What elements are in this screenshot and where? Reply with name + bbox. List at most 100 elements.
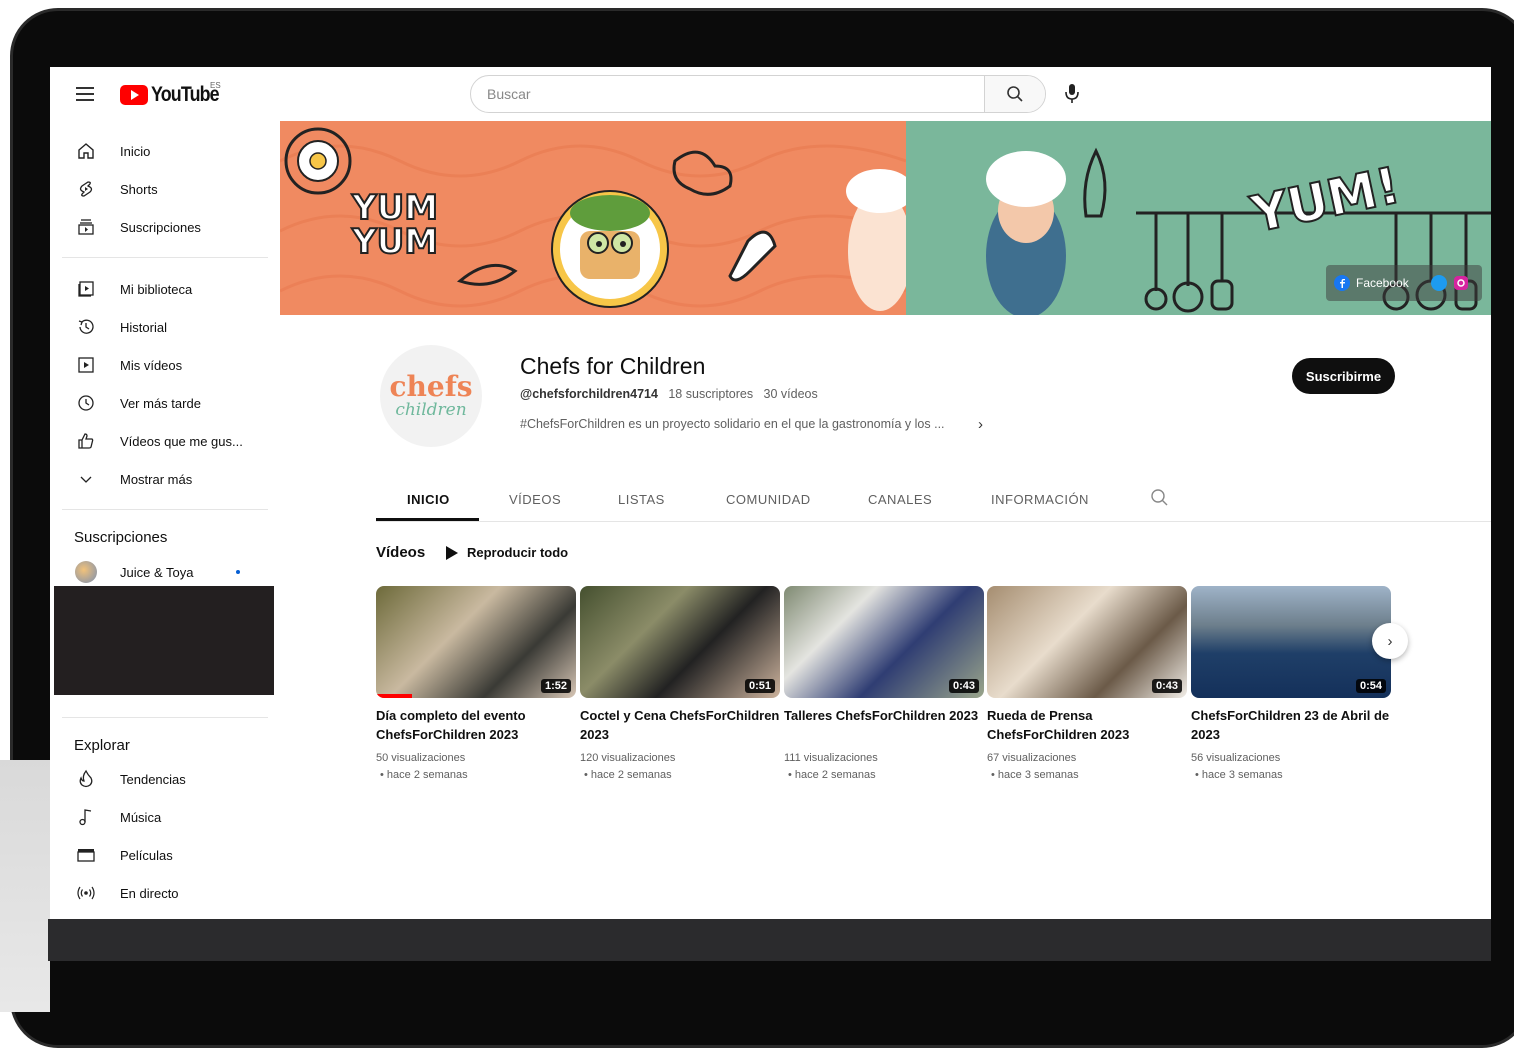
like-icon [78, 433, 94, 449]
menu-icon[interactable] [76, 87, 94, 101]
tabs-divider [376, 521, 1491, 522]
logo-text: YouTube [151, 83, 220, 106]
sidebar-item-label: Mostrar más [120, 471, 193, 487]
shorts-icon [79, 181, 93, 197]
tab-comunidad[interactable]: COMUNIDAD [726, 477, 811, 521]
sidebar-item-shorts[interactable]: Shorts [50, 171, 274, 207]
sidebar-item-ver-mas-tarde[interactable]: Ver más tarde [50, 385, 274, 421]
video-title[interactable]: Coctel y Cena ChefsForChildren 2023 [580, 706, 780, 744]
sidebar-item-videos-que-me-gustan[interactable]: Vídeos que me gus... [50, 423, 274, 459]
instagram-icon[interactable] [1453, 275, 1469, 291]
sidebar-item-label: Juice & Toya [120, 564, 194, 580]
video-duration: 0:43 [948, 679, 979, 693]
video-title[interactable]: Talleres ChefsForChildren 2023 [784, 706, 984, 744]
video-thumbnail[interactable]: 0:43 [784, 586, 984, 698]
video-card[interactable]: 1:52 Día completo del evento ChefsForChi… [376, 586, 576, 784]
tab-videos[interactable]: VÍDEOS [509, 477, 561, 521]
facebook-link[interactable]: Facebook [1326, 265, 1482, 301]
library-icon [78, 281, 94, 297]
sidebar-item-label: En directo [120, 885, 179, 901]
sidebar-divider [62, 717, 268, 718]
channel-handle: @chefsforchildren4714 [520, 387, 658, 401]
video-views: 67 visualizaciones [987, 752, 1077, 764]
video-thumbnail[interactable]: 0:43 [987, 586, 1187, 698]
sidebar-divider [62, 257, 268, 258]
video-card[interactable]: 0:51 Coctel y Cena ChefsForChildren 2023… [580, 586, 780, 784]
video-card[interactable]: 0:43 Rueda de Prensa ChefsForChildren 20… [987, 586, 1187, 784]
search-button[interactable] [984, 76, 1045, 112]
music-icon [79, 809, 92, 826]
subscriptions-icon [78, 219, 94, 235]
video-count: 30 vídeos [763, 387, 818, 401]
video-thumbnail[interactable]: 1:52 [376, 586, 576, 698]
search-box [470, 75, 1046, 113]
sidebar-item-label: Suscripciones [120, 219, 201, 235]
video-title[interactable]: Día completo del evento ChefsForChildren… [376, 706, 576, 744]
tab-informacion[interactable]: INFORMACIÓN [991, 477, 1089, 521]
laptop-bezel-bar [48, 919, 1491, 961]
sidebar-item-inicio[interactable]: Inicio [50, 133, 274, 169]
chevron-right-icon: › [1387, 632, 1393, 650]
section-title[interactable]: Vídeos [376, 544, 425, 561]
sidebar-item-label: Shorts [120, 181, 158, 197]
sidebar-item-suscripciones[interactable]: Suscripciones [50, 209, 274, 245]
video-duration: 0:43 [1151, 679, 1182, 693]
trending-icon [79, 769, 93, 788]
subscribe-button[interactable]: Suscribirme [1292, 358, 1395, 394]
channel-description[interactable]: #ChefsForChildren es un proyecto solidar… [520, 417, 945, 431]
video-card[interactable]: 0:43 Talleres ChefsForChildren 2023 111 … [784, 586, 984, 784]
video-duration: 1:52 [540, 679, 571, 693]
sidebar-item-mi-biblioteca[interactable]: Mi biblioteca [50, 271, 274, 307]
my-videos-icon [78, 357, 94, 373]
sidebar-item-label: Música [120, 809, 162, 825]
carousel-next-button[interactable]: › [1372, 623, 1408, 659]
video-age: • hace 2 semanas [380, 769, 468, 781]
microphone-icon[interactable] [1060, 81, 1084, 107]
explore-heading: Explorar [74, 737, 130, 754]
tab-inicio[interactable]: INICIO [407, 477, 450, 521]
play-icon [446, 545, 458, 560]
watch-progress-bar [376, 694, 412, 698]
movies-icon [77, 849, 95, 862]
channel-meta: @chefsforchildren4714 18 suscriptores 30… [520, 387, 818, 401]
sidebar-item-historial[interactable]: Historial [50, 309, 274, 345]
video-card[interactable]: 0:54 ChefsForChildren 23 de Abril de 202… [1191, 586, 1391, 784]
video-title[interactable]: Rueda de Prensa ChefsForChildren 2023 [987, 706, 1187, 744]
video-thumbnail[interactable]: 0:51 [580, 586, 780, 698]
avatar-text-children: children [395, 400, 467, 420]
chevron-right-icon[interactable]: › [978, 416, 983, 433]
video-age: • hace 3 semanas [1195, 769, 1283, 781]
sidebar-item-tendencias[interactable]: Tendencias [50, 761, 274, 797]
watch-later-icon [78, 395, 94, 411]
sidebar-item-label: Mis vídeos [120, 357, 183, 373]
sidebar-item-label: Tendencias [120, 771, 186, 787]
search-input[interactable] [471, 76, 985, 112]
search-icon [1007, 86, 1023, 102]
search-icon[interactable] [1150, 488, 1170, 508]
sidebar-item-mostrar-mas[interactable]: Mostrar más [50, 461, 274, 497]
sidebar-item-peliculas[interactable]: Películas [50, 837, 274, 873]
banner-left-panel: YUM YUM [280, 121, 914, 315]
subscriber-count: 18 suscriptores [668, 387, 754, 401]
sidebar-item-musica[interactable]: Música [50, 799, 274, 835]
sidebar-item-en-directo[interactable]: En directo [50, 875, 274, 911]
subscriptions-heading: Suscripciones [74, 529, 168, 546]
video-duration: 0:54 [1355, 679, 1386, 693]
home-icon [78, 143, 94, 159]
background-glare [0, 760, 50, 1012]
channel-avatar[interactable]: chefs children [380, 345, 482, 447]
sidebar-item-subscription[interactable]: Juice & Toya [50, 554, 274, 590]
video-title[interactable]: ChefsForChildren 23 de Abril de 2023 [1191, 706, 1391, 744]
play-all-button[interactable]: Reproducir todo [446, 545, 568, 560]
sidebar-item-mis-videos[interactable]: Mis vídeos [50, 347, 274, 383]
tab-canales[interactable]: CANALES [868, 477, 932, 521]
sidebar-item-label: Inicio [120, 143, 151, 159]
sidebar-item-label: Vídeos que me gus... [120, 433, 243, 449]
masthead-left: YouTube ES [50, 67, 280, 121]
twitter-icon[interactable] [1430, 275, 1447, 291]
sidebar-item-label: Películas [120, 847, 173, 863]
chevron-down-icon [80, 476, 92, 483]
tab-listas[interactable]: LISTAS [618, 477, 665, 521]
browser-screen: YouTube ES Inicio Shorts Suscripciones M… [50, 67, 1491, 919]
video-thumbnail[interactable]: 0:54 [1191, 586, 1391, 698]
